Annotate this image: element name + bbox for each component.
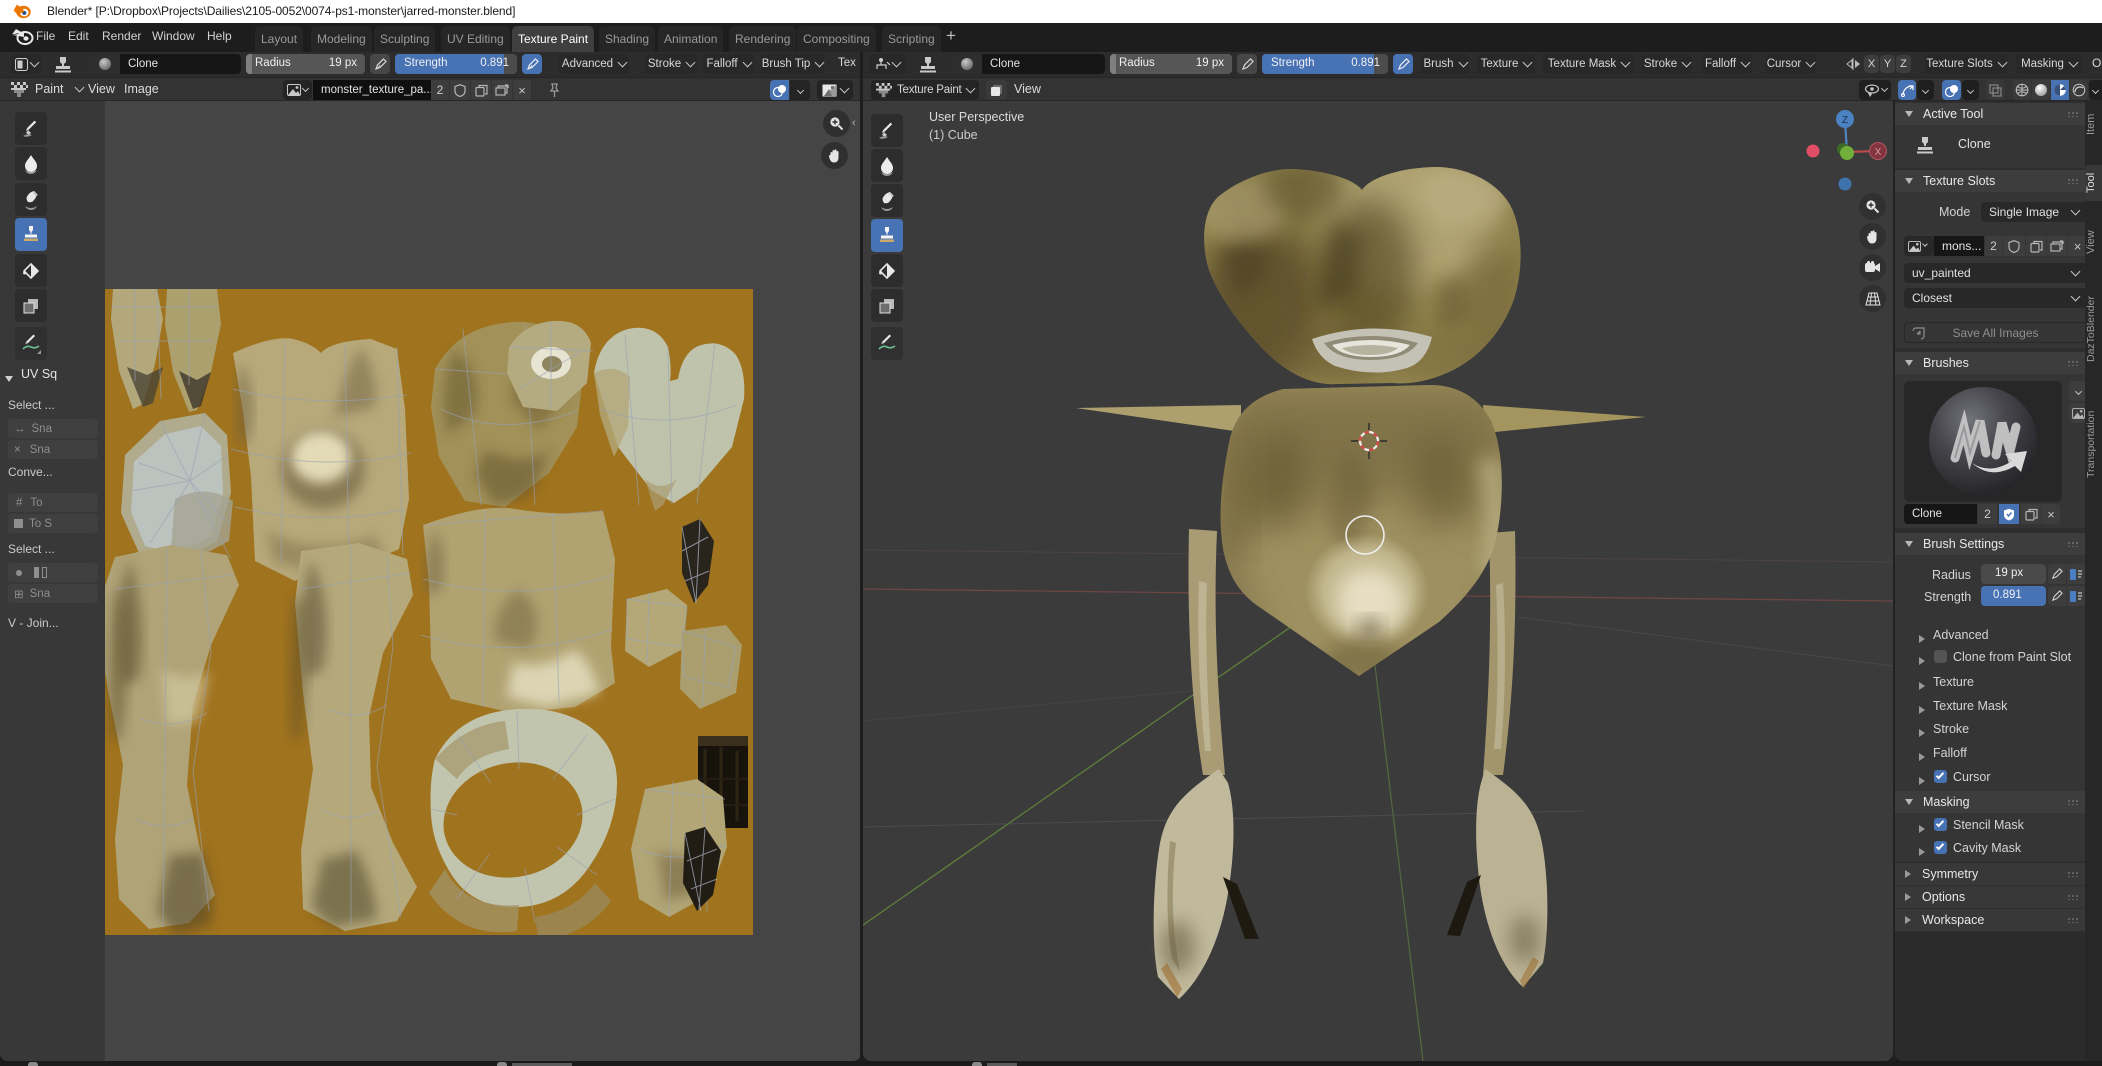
- svg-text:X: X: [1875, 147, 1882, 158]
- svg-text:Z: Z: [1842, 115, 1848, 126]
